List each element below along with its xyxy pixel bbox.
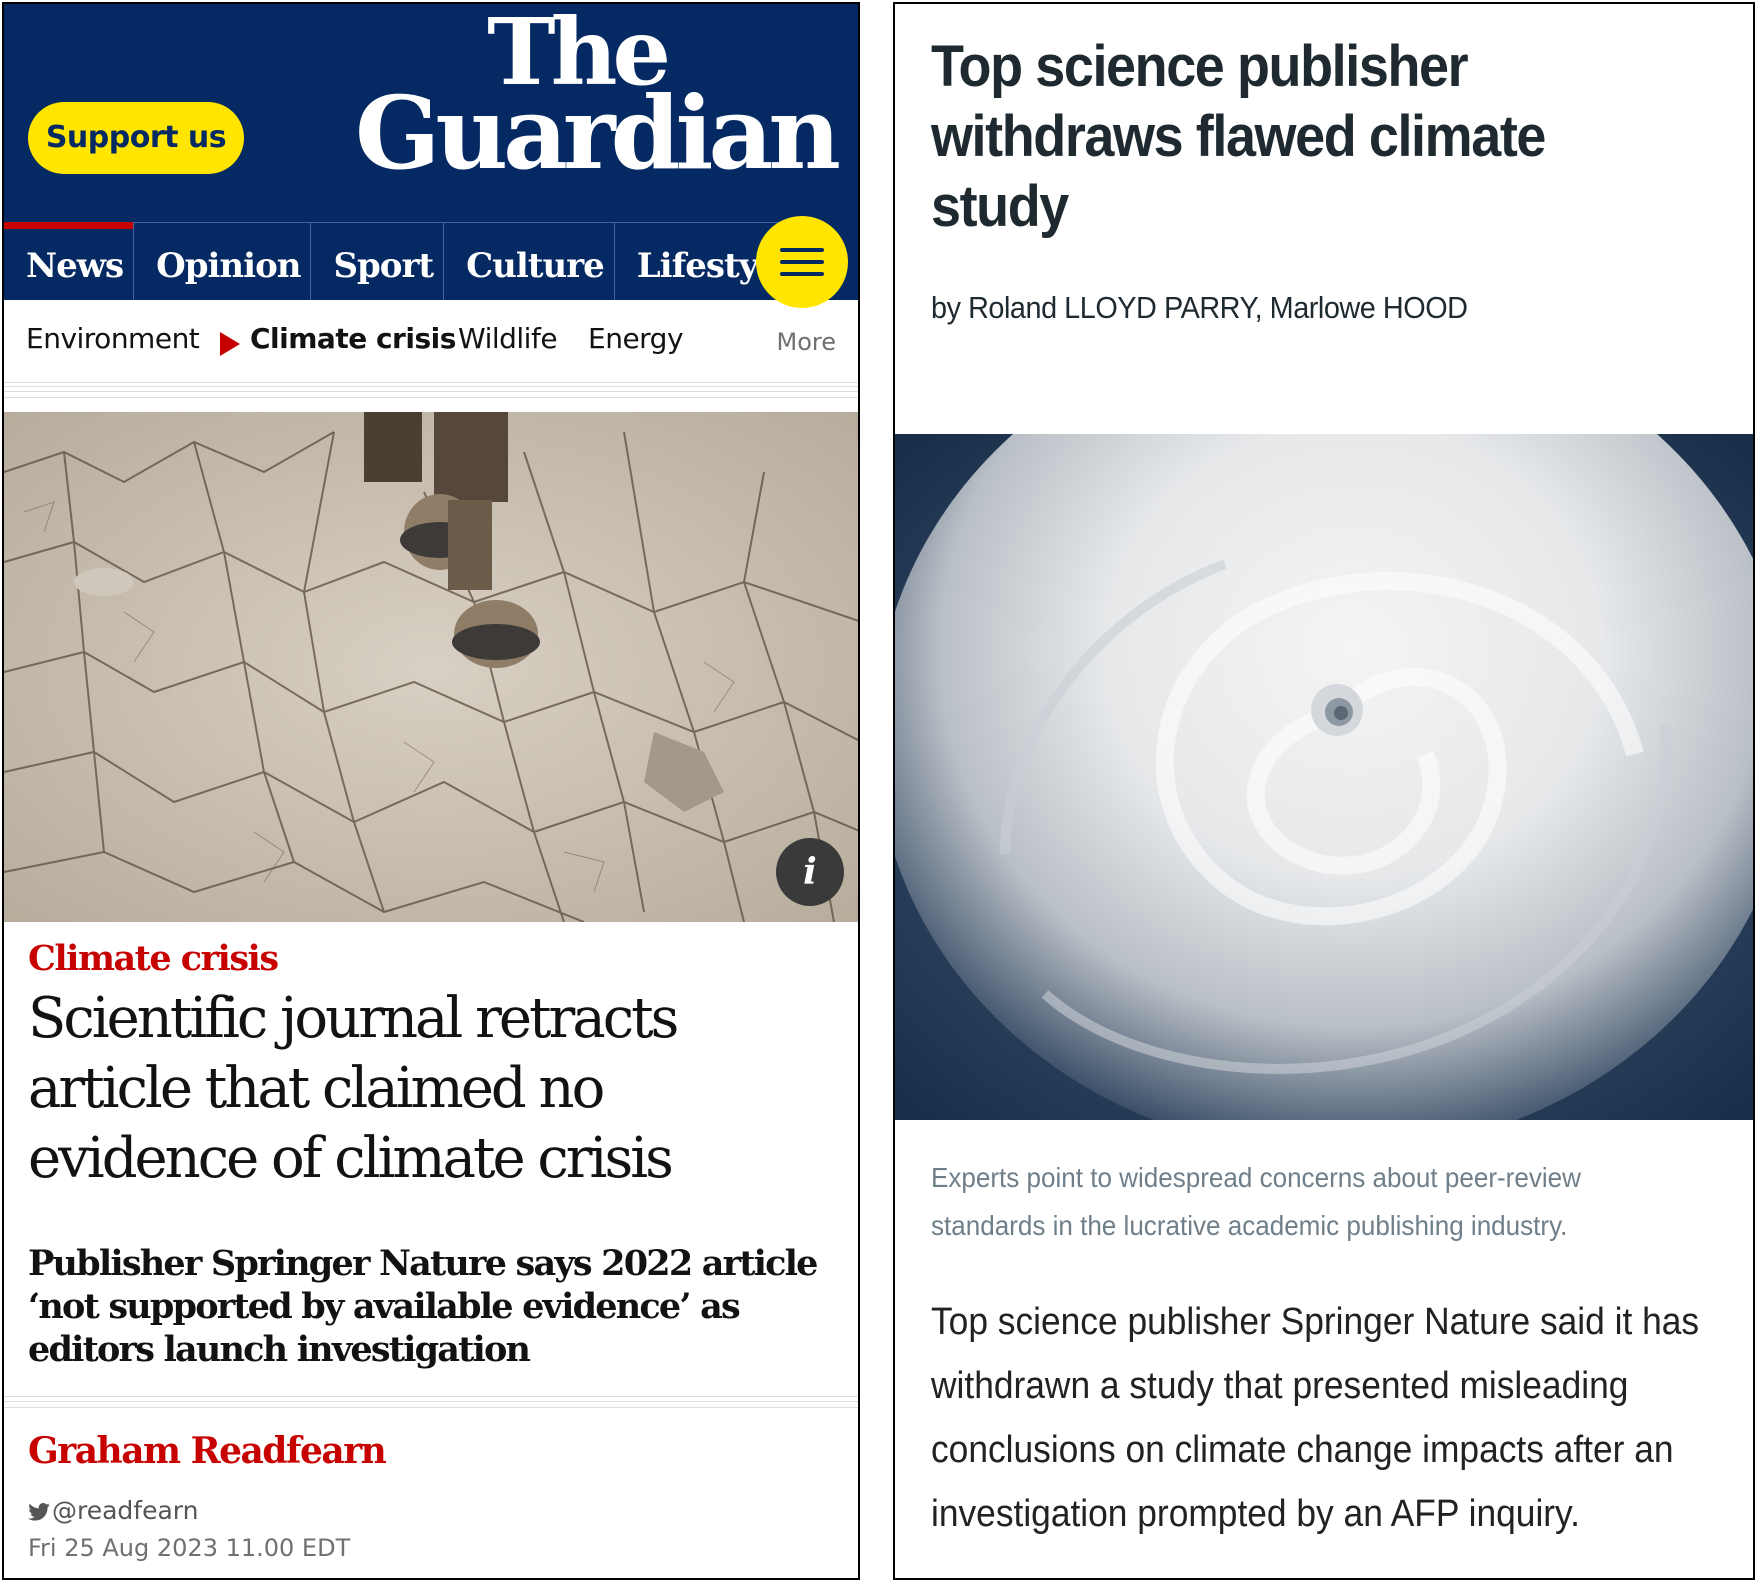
logo-line-2: Guardian <box>355 74 841 192</box>
divider <box>4 386 858 398</box>
subnav-more[interactable]: More <box>777 328 837 356</box>
nav-opinion-label: Opinion <box>156 246 301 286</box>
article-kicker[interactable]: Climate crisis <box>28 938 279 979</box>
author-twitter[interactable]: @readfearn <box>28 1496 198 1525</box>
cracked-earth-photo <box>4 412 858 922</box>
divider <box>4 1396 858 1408</box>
current-section-arrow-icon <box>220 332 240 356</box>
hamburger-bar <box>780 260 824 264</box>
hurricane-satellite-photo <box>895 434 1753 1120</box>
hamburger-icon[interactable] <box>756 216 848 308</box>
subnav-environment[interactable]: Environment <box>26 322 200 355</box>
publish-date: Fri 25 Aug 2023 11.00 EDT <box>28 1534 351 1562</box>
image-info-icon[interactable]: i <box>776 838 844 906</box>
subnav-climate-crisis[interactable]: Climate crisis <box>250 322 456 355</box>
nav-culture[interactable]: Culture <box>443 222 614 300</box>
article-lead-paragraph: Top science publisher Springer Nature sa… <box>931 1301 1700 1535</box>
hamburger-bar <box>780 248 824 252</box>
nav-news[interactable]: News <box>4 222 134 300</box>
primary-nav: News Opinion Sport Culture Lifestyle <box>4 222 858 300</box>
hero-image-cracked-earth: i <box>4 412 858 922</box>
subnav-wildlife[interactable]: Wildlife <box>458 322 558 355</box>
nav-sport[interactable]: Sport <box>310 222 444 300</box>
guardian-header: Support us The Guardian News Opinion Spo… <box>4 4 858 308</box>
hamburger-bar <box>780 272 824 276</box>
image-caption: Experts point to widespread concerns abo… <box>931 1162 1581 1241</box>
article-headline: Scientific journal retracts article that… <box>28 986 679 1191</box>
author-name[interactable]: Graham Readfearn <box>28 1430 387 1472</box>
afp-article-panel: Top science publisher withdraws flawed c… <box>893 2 1755 1580</box>
hero-image-hurricane <box>895 434 1753 1120</box>
nav-opinion[interactable]: Opinion <box>133 222 311 300</box>
nav-news-label: News <box>26 246 124 286</box>
afp-headline: Top science publisher withdraws flawed c… <box>931 34 1546 239</box>
article-standfirst: Publisher Springer Nature says 2022 arti… <box>28 1243 818 1370</box>
afp-byline: by Roland LLOYD PARRY, Marlowe HOOD <box>931 290 1468 325</box>
nav-culture-label: Culture <box>466 246 605 286</box>
subnav-energy[interactable]: Energy <box>588 322 684 355</box>
twitter-bird-icon <box>28 1503 50 1521</box>
support-us-button[interactable]: Support us <box>28 102 244 174</box>
nav-sport-label: Sport <box>333 246 434 286</box>
section-subnav: Environment Climate crisis Wildlife Ener… <box>4 300 858 383</box>
guardian-article-panel: Support us The Guardian News Opinion Spo… <box>2 2 860 1580</box>
twitter-handle: @readfearn <box>52 1496 199 1525</box>
guardian-logo[interactable]: The Guardian <box>355 6 841 192</box>
